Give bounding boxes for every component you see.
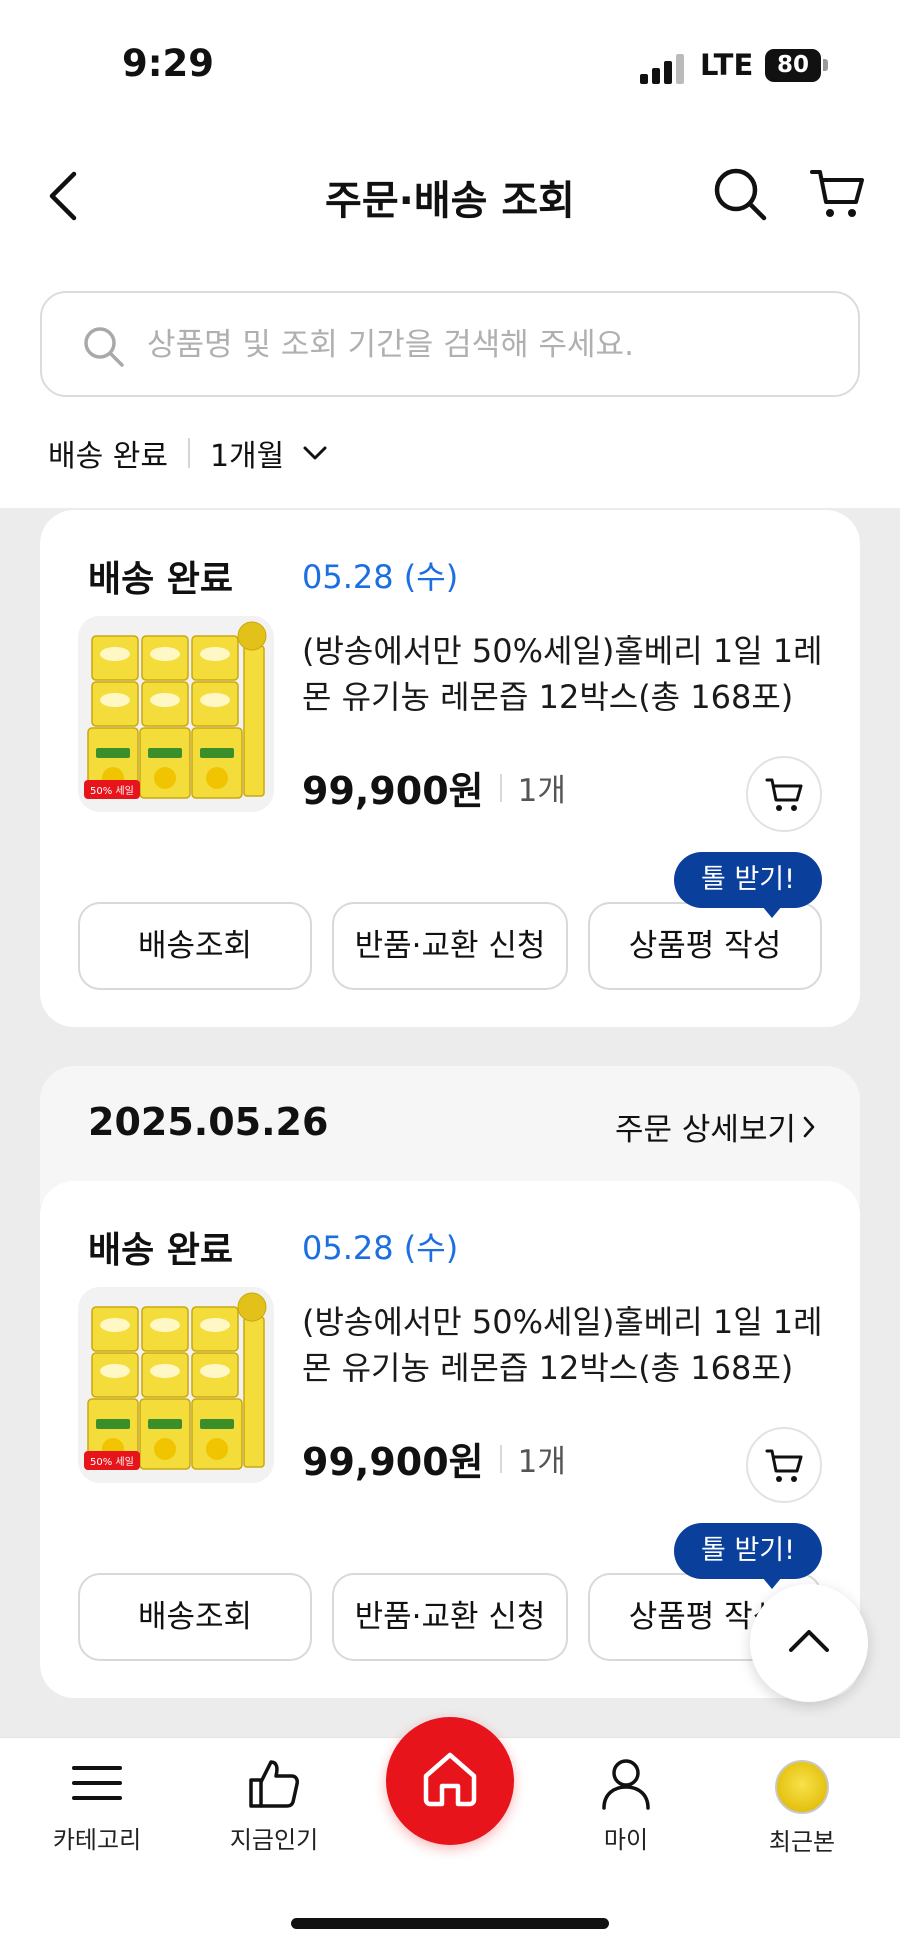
tab-my[interactable]: 마이 [551,1756,701,1876]
cart-icon[interactable] [810,166,866,222]
order-detail-link[interactable]: 주문 상세보기 [615,1104,816,1149]
tab-category[interactable]: 카테고리 [22,1756,172,1876]
recent-product-thumb [775,1760,829,1814]
network-label: LTE [700,48,754,82]
battery-icon: 80 [765,49,821,82]
return-exchange-button[interactable]: 반품·교환 신청 [332,902,568,990]
product-name[interactable]: (방송에서만 50%세일)홀베리 1일 1레몬 유기농 레몬즙 12박스(총 1… [302,1299,832,1391]
sale-badge: 50% 세일 [84,1451,140,1470]
product-name[interactable]: (방송에서만 50%세일)홀베리 1일 1레몬 유기농 레몬즙 12박스(총 1… [302,628,832,720]
write-review-button[interactable]: 상품평 작성 [588,902,822,990]
review-reward-tooltip: 톨 받기! [674,852,822,918]
tab-trending[interactable]: 지금인기 [199,1756,349,1876]
filter-divider [187,438,190,468]
chevron-down-icon [303,446,327,460]
delivery-date: 05.28 (수) [302,558,459,596]
chevron-right-icon [803,1116,815,1137]
add-to-cart-button[interactable] [746,756,822,832]
price-divider [499,1444,502,1473]
home-indicator [291,1918,609,1929]
filter-status[interactable]: 배송 완료 [48,431,168,475]
scroll-to-top-button[interactable] [750,1584,868,1702]
delivery-status: 배송 완료 [88,559,234,600]
search-icon [84,327,124,367]
order-card: 배송 완료 05.28 (수) 50% 세일 (방송에서만 50%세일)홀베리 … [40,510,860,1027]
chevron-up-icon [789,1630,829,1652]
add-to-cart-button[interactable] [746,1427,822,1503]
tab-label: 지금인기 [229,1826,319,1854]
product-quantity: 1개 [517,1444,566,1480]
status-time: 9:29 [122,42,215,85]
search-icon[interactable] [712,166,768,222]
filter-period-label: 1개월 [209,439,285,474]
tab-label: 최근본 [768,1828,836,1856]
home-icon [423,1752,477,1807]
track-delivery-button[interactable]: 배송조회 [78,902,312,990]
tab-label: 마이 [603,1826,649,1854]
battery-cap [823,59,828,71]
status-bar: 9:29 LTE 80 [0,0,900,130]
tab-label: 카테고리 [52,1826,142,1854]
search-input[interactable] [147,317,827,373]
product-price: 99,900원 [302,769,484,813]
tab-recent[interactable]: 최근본 [727,1756,877,1876]
menu-icon [72,1766,122,1800]
return-exchange-button[interactable]: 반품·교환 신청 [332,1573,568,1661]
track-delivery-button[interactable]: 배송조회 [78,1573,312,1661]
order-detail-label: 주문 상세보기 [615,1112,796,1148]
review-reward-tooltip: 톨 받기! [674,1523,822,1589]
price-row: 99,900원 1개 [302,1431,566,1486]
person-icon [602,1759,650,1810]
sale-badge: 50% 세일 [84,780,140,799]
filter-bar: 배송 완료 1개월 [48,428,328,478]
delivery-status: 배송 완료 [88,1230,234,1271]
product-thumbnail[interactable]: 50% 세일 [78,616,274,812]
home-button[interactable] [386,1717,514,1845]
cart-icon [765,778,803,811]
signal-icon [640,54,686,84]
product-price: 99,900원 [302,1440,484,1484]
order-card: 배송 완료 05.28 (수) 50% 세일 (방송에서만 50%세일)홀베리 … [40,1181,860,1698]
delivery-date: 05.28 (수) [302,1229,459,1267]
product-quantity: 1개 [517,773,566,809]
order-date: 2025.05.26 [88,1100,329,1144]
product-thumbnail[interactable]: 50% 세일 [78,1287,274,1483]
top-section: 9:29 LTE 80 주문·배송 조회 배송 완료 1개월 [0,0,900,508]
filter-period-dropdown[interactable]: 1개월 [210,431,328,475]
page-header: 주문·배송 조회 [0,140,900,250]
thumbs-up-icon [249,1760,299,1808]
price-row: 99,900원 1개 [302,760,566,815]
search-box[interactable] [40,291,860,397]
cart-icon [765,1449,803,1482]
price-divider [499,773,502,802]
